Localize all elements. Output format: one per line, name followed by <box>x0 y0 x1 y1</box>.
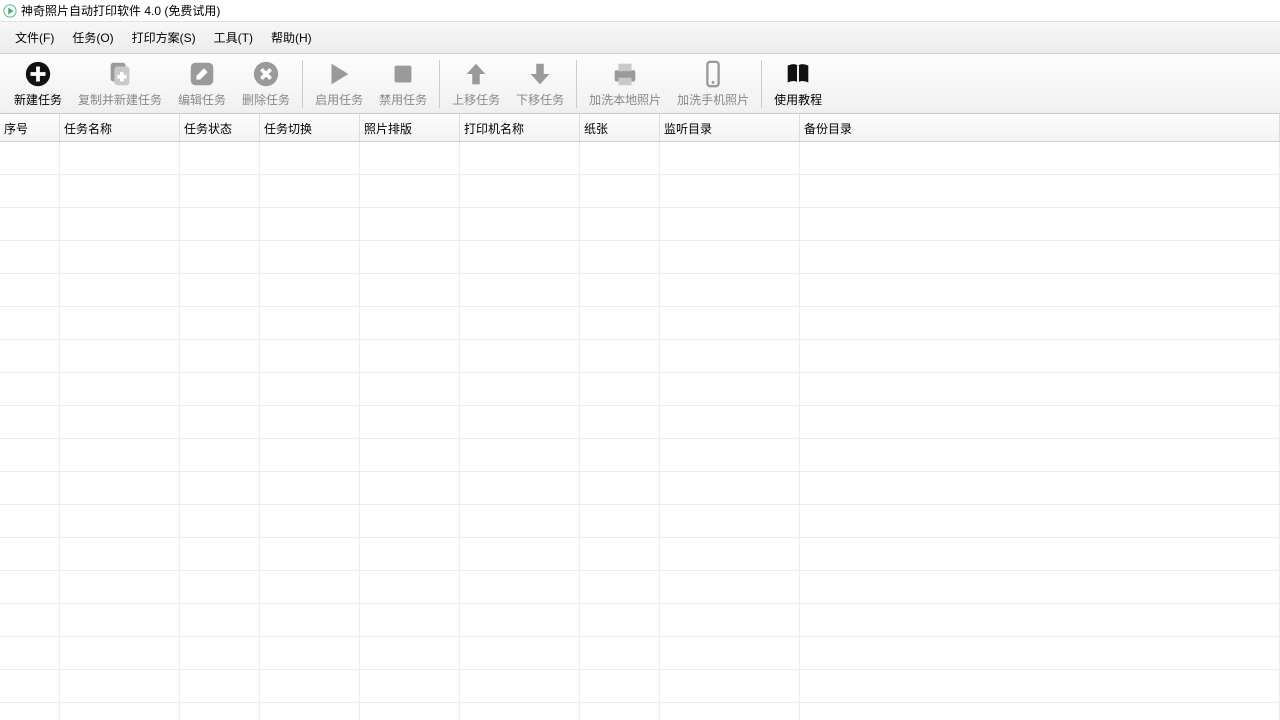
delete-icon <box>250 59 282 89</box>
table-row[interactable] <box>0 571 1280 604</box>
menu-task[interactable]: 任务(O) <box>63 25 122 50</box>
printer-icon <box>609 59 641 89</box>
new-task-button[interactable]: 新建任务 <box>6 56 70 112</box>
enable-task-label: 启用任务 <box>315 91 363 108</box>
table-row[interactable] <box>0 637 1280 670</box>
table-row[interactable] <box>0 439 1280 472</box>
move-down-button[interactable]: 下移任务 <box>508 56 572 112</box>
table-row[interactable] <box>0 406 1280 439</box>
toolbar-separator <box>439 60 440 108</box>
table-row[interactable] <box>0 175 1280 208</box>
table-row[interactable] <box>0 703 1280 720</box>
move-up-label: 上移任务 <box>452 91 500 108</box>
col-task-name[interactable]: 任务名称 <box>60 114 180 141</box>
add-phone-photo-button[interactable]: 加洗手机照片 <box>669 56 757 112</box>
table-row[interactable] <box>0 142 1280 175</box>
menu-help[interactable]: 帮助(H) <box>262 25 321 50</box>
add-local-photo-button[interactable]: 加洗本地照片 <box>581 56 669 112</box>
copy-new-task-button[interactable]: 复制并新建任务 <box>70 56 170 112</box>
table-row[interactable] <box>0 208 1280 241</box>
plus-circle-icon <box>22 59 54 89</box>
col-photo-layout[interactable]: 照片排版 <box>360 114 460 141</box>
disable-task-label: 禁用任务 <box>379 91 427 108</box>
menu-print-scheme[interactable]: 打印方案(S) <box>123 25 205 50</box>
table-row[interactable] <box>0 307 1280 340</box>
disable-task-button[interactable]: 禁用任务 <box>371 56 435 112</box>
edit-task-label: 编辑任务 <box>178 91 226 108</box>
col-paper[interactable]: 纸张 <box>580 114 660 141</box>
table-row[interactable] <box>0 538 1280 571</box>
table-row[interactable] <box>0 472 1280 505</box>
tutorial-button[interactable]: 使用教程 <box>766 56 830 112</box>
play-icon <box>323 59 355 89</box>
col-task-switch[interactable]: 任务切换 <box>260 114 360 141</box>
window-title: 神奇照片自动打印软件 4.0 (免费试用) <box>21 2 220 19</box>
table-row[interactable] <box>0 373 1280 406</box>
table-body <box>0 142 1280 720</box>
stop-icon <box>387 59 419 89</box>
col-backup-dir[interactable]: 备份目录 <box>800 114 1280 141</box>
table-row[interactable] <box>0 505 1280 538</box>
menu-tools[interactable]: 工具(T) <box>205 25 262 50</box>
col-printer-name[interactable]: 打印机名称 <box>460 114 580 141</box>
phone-icon <box>697 59 729 89</box>
delete-task-label: 删除任务 <box>242 91 290 108</box>
edit-task-button[interactable]: 编辑任务 <box>170 56 234 112</box>
tutorial-label: 使用教程 <box>774 91 822 108</box>
new-task-label: 新建任务 <box>14 91 62 108</box>
table-row[interactable] <box>0 670 1280 703</box>
toolbar-separator <box>761 60 762 108</box>
add-local-photo-label: 加洗本地照片 <box>589 91 661 108</box>
col-index[interactable]: 序号 <box>0 114 60 141</box>
table-header: 序号 任务名称 任务状态 任务切换 照片排版 打印机名称 纸张 监听目录 备份目… <box>0 114 1280 142</box>
add-phone-photo-label: 加洗手机照片 <box>677 91 749 108</box>
app-icon <box>3 4 17 18</box>
col-task-status[interactable]: 任务状态 <box>180 114 260 141</box>
toolbar-separator <box>576 60 577 108</box>
table-row[interactable] <box>0 274 1280 307</box>
table-row[interactable] <box>0 241 1280 274</box>
table-row[interactable] <box>0 604 1280 637</box>
enable-task-button[interactable]: 启用任务 <box>307 56 371 112</box>
title-bar: 神奇照片自动打印软件 4.0 (免费试用) <box>0 0 1280 22</box>
menu-file[interactable]: 文件(F) <box>6 25 63 50</box>
menu-bar: 文件(F) 任务(O) 打印方案(S) 工具(T) 帮助(H) <box>0 22 1280 54</box>
table-row[interactable] <box>0 340 1280 373</box>
col-monitor-dir[interactable]: 监听目录 <box>660 114 800 141</box>
arrow-down-icon <box>524 59 556 89</box>
copy-new-task-label: 复制并新建任务 <box>78 91 162 108</box>
task-table: 序号 任务名称 任务状态 任务切换 照片排版 打印机名称 纸张 监听目录 备份目… <box>0 114 1280 720</box>
delete-task-button[interactable]: 删除任务 <box>234 56 298 112</box>
edit-icon <box>186 59 218 89</box>
toolbar: 新建任务 复制并新建任务 编辑任务 删除任务 启用任务 禁用任务 <box>0 54 1280 114</box>
move-down-label: 下移任务 <box>516 91 564 108</box>
book-icon <box>782 59 814 89</box>
move-up-button[interactable]: 上移任务 <box>444 56 508 112</box>
arrow-up-icon <box>460 59 492 89</box>
toolbar-separator <box>302 60 303 108</box>
copy-plus-icon <box>104 59 136 89</box>
